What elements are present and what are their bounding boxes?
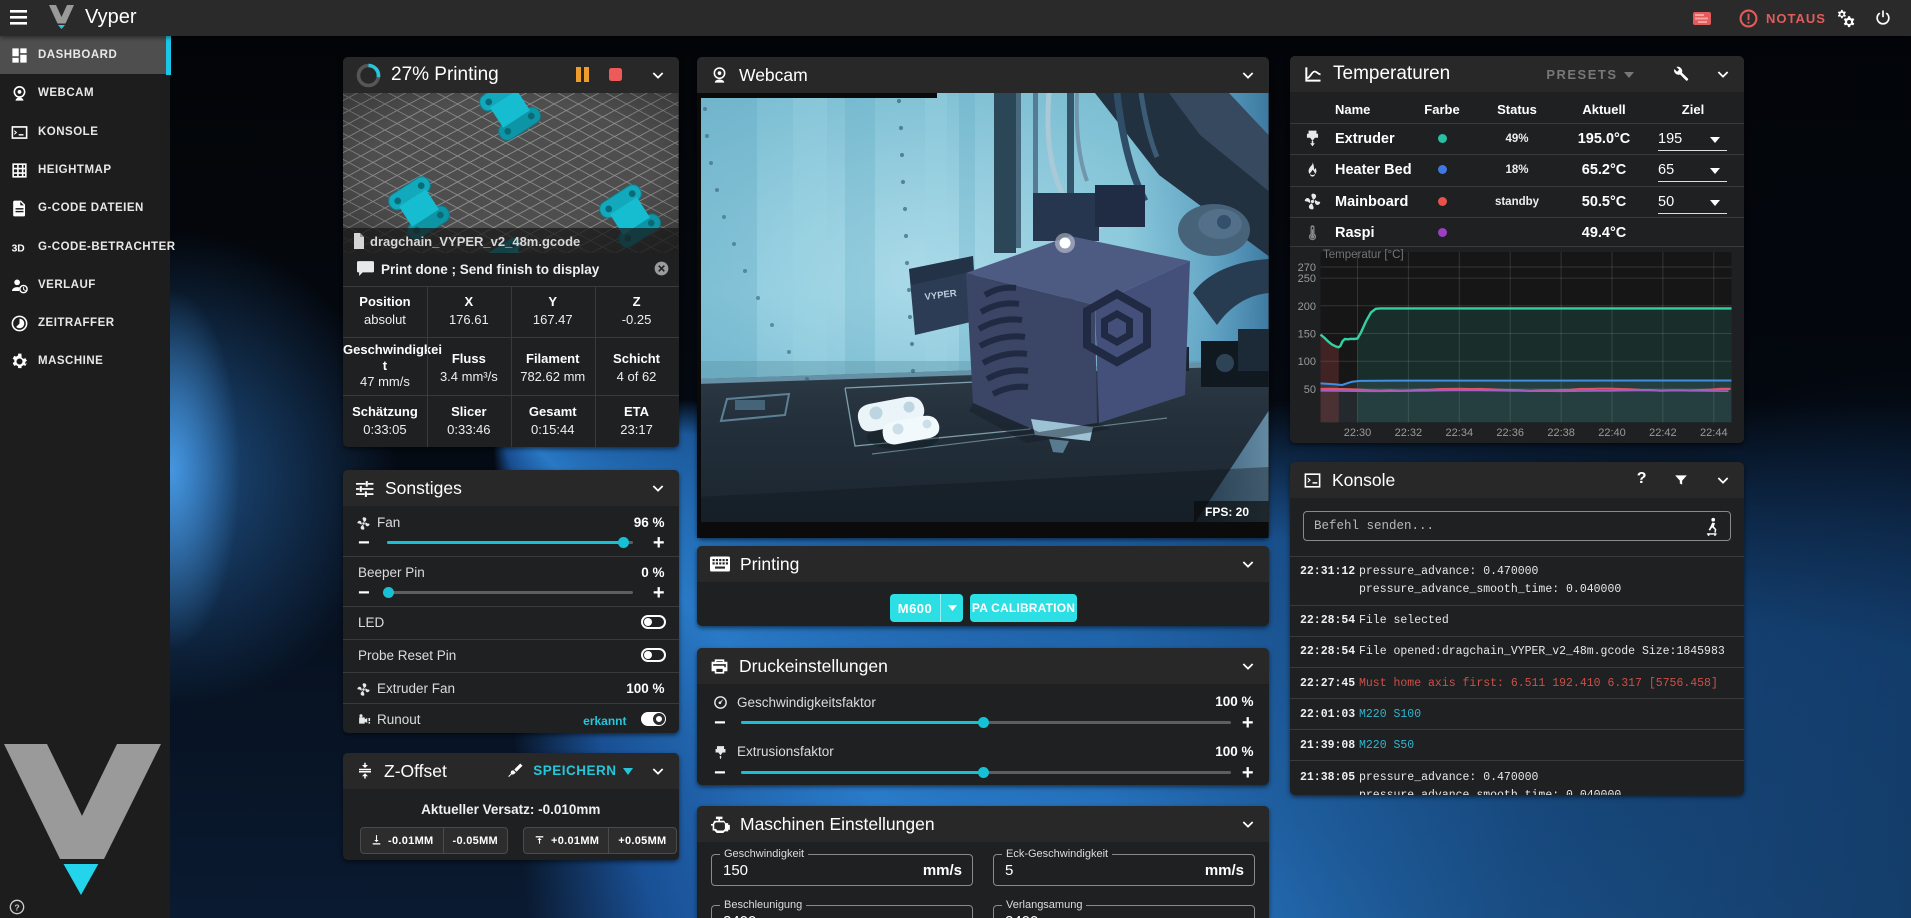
svg-text:FPS: 20: FPS: 20 <box>1205 505 1249 519</box>
svg-text:22:36: 22:36 <box>1496 427 1524 439</box>
svg-text:22:42: 22:42 <box>1649 427 1677 439</box>
svg-text:22:34: 22:34 <box>1446 427 1474 439</box>
svg-text:Temperatur [°C]: Temperatur [°C] <box>1323 249 1404 261</box>
svg-text:50: 50 <box>1304 384 1316 396</box>
svg-text:200: 200 <box>1298 301 1316 313</box>
svg-text:22:30: 22:30 <box>1344 427 1372 439</box>
svg-text:3D: 3D <box>12 243 25 254</box>
svg-text:22:44: 22:44 <box>1700 427 1728 439</box>
svg-text:100: 100 <box>1298 356 1316 368</box>
svg-text:dragchain_VYPER_v2_48m.gcode: dragchain_VYPER_v2_48m.gcode <box>370 234 580 249</box>
svg-text:250: 250 <box>1298 273 1316 285</box>
svg-text:22:40: 22:40 <box>1598 427 1626 439</box>
svg-text:22:38: 22:38 <box>1547 427 1575 439</box>
svg-text:22:32: 22:32 <box>1395 427 1423 439</box>
svg-text:?: ? <box>14 902 19 912</box>
svg-text:150: 150 <box>1298 329 1316 341</box>
